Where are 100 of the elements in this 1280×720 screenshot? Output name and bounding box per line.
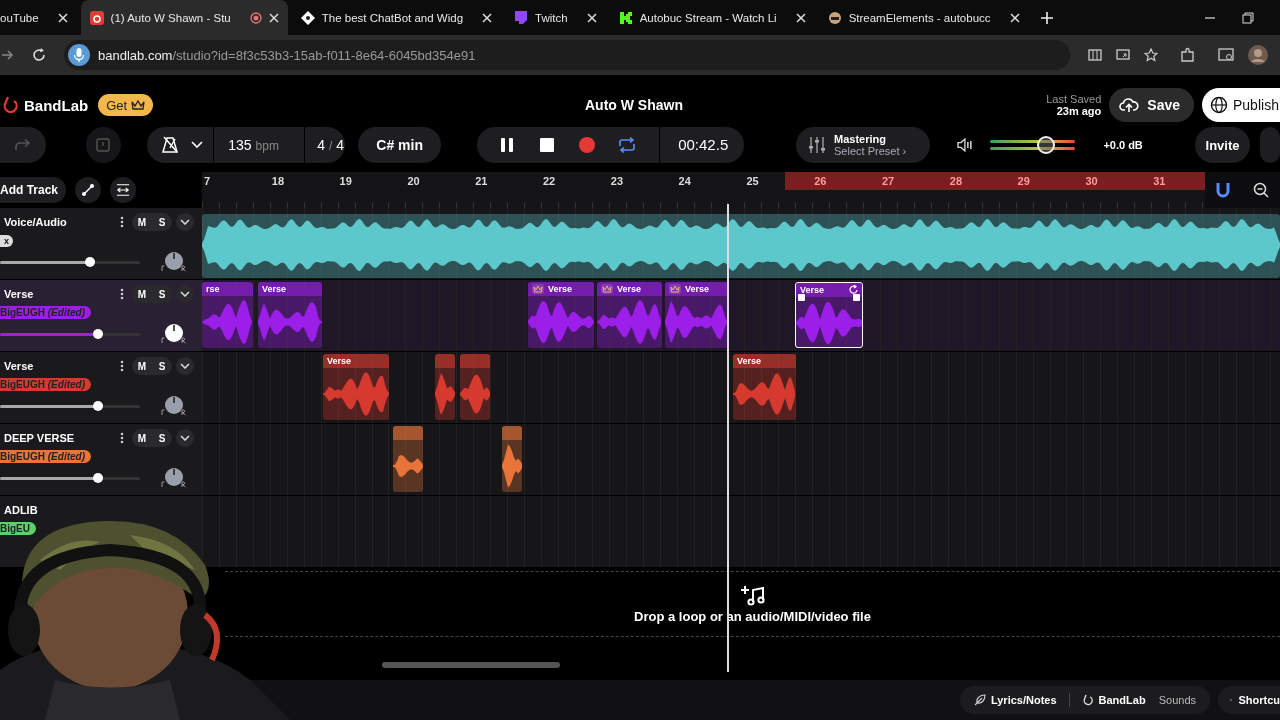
get-button[interactable]: Get — [98, 94, 154, 116]
audio-clip[interactable]: Verse — [795, 282, 863, 348]
clip-header[interactable]: Verse — [665, 282, 728, 296]
track-name[interactable]: DEEP VERSE — [4, 432, 120, 444]
add-track-button[interactable]: Add Track — [0, 177, 67, 203]
pan-knob[interactable] — [160, 394, 188, 418]
audio-clip[interactable] — [435, 354, 455, 420]
clip-header[interactable] — [502, 426, 522, 440]
input-monitor-button[interactable] — [85, 127, 122, 163]
bandlab-sounds-button[interactable]: BandLab Sounds — [1079, 694, 1198, 706]
loop-icon[interactable] — [849, 285, 859, 295]
pan-knob[interactable] — [160, 250, 188, 274]
speaker-icon[interactable] — [956, 138, 975, 152]
clip-header[interactable]: Verse — [796, 283, 862, 297]
sidebar-icon[interactable] — [1218, 47, 1234, 63]
instrument-badge[interactable]: BigEUGH (Edited) — [0, 450, 91, 463]
track-name[interactable]: Verse — [4, 360, 120, 372]
shortcuts-button[interactable]: Shortcu — [1218, 686, 1280, 714]
audio-clip[interactable]: Verse — [665, 282, 728, 348]
track-lane[interactable]: Verse Verse — [202, 352, 1280, 423]
close-icon[interactable] — [57, 12, 68, 23]
forward-icon[interactable] — [2, 49, 14, 61]
track-header[interactable]: Verse M S BigEUGH (Edited) — [0, 280, 202, 351]
clip-header[interactable] — [460, 354, 490, 368]
expand-button[interactable] — [176, 213, 194, 231]
profile-avatar[interactable] — [1248, 45, 1268, 65]
solo-button[interactable]: S — [152, 357, 172, 375]
chevron-down-icon[interactable] — [191, 141, 204, 149]
extensions-icon[interactable] — [1180, 47, 1196, 63]
mute-button[interactable]: M — [132, 429, 152, 447]
track-volume-slider[interactable] — [0, 476, 140, 480]
project-title[interactable]: Auto W Shawn — [585, 97, 683, 113]
audio-clip[interactable]: Verse — [597, 282, 662, 348]
track-volume-slider[interactable] — [0, 260, 140, 264]
cast-icon[interactable] — [1116, 48, 1130, 62]
browser-tab[interactable]: Twitch — [505, 0, 606, 35]
key-button[interactable]: C# min — [358, 127, 442, 163]
clip-header[interactable]: rse — [202, 282, 253, 296]
audio-clip[interactable] — [460, 354, 490, 420]
track-lane[interactable]: rse Verse Verse Verse Verse Verse — [202, 280, 1280, 351]
pan-knob[interactable] — [160, 466, 188, 490]
audio-clip[interactable]: rse — [202, 282, 253, 348]
audio-clip[interactable] — [502, 426, 522, 492]
publish-button[interactable]: Publish — [1202, 88, 1280, 122]
clip-header[interactable]: Verse — [258, 282, 322, 296]
track-header[interactable]: Voice/Audio M S x — [0, 208, 202, 279]
browser-tab[interactable]: Autobuc Stream - Watch Li — [609, 0, 815, 35]
address-field[interactable]: bandlab.com/studio?id=8f3c53b3-15ab-f011-8e64-6045bd354e91 — [64, 40, 1070, 70]
browser-tab[interactable]: The best ChatBot and Widg — [291, 0, 502, 35]
time-signature[interactable]: 4 / 4 — [317, 137, 344, 153]
solo-button[interactable]: S — [152, 285, 172, 303]
save-button[interactable]: Save — [1109, 88, 1194, 122]
audio-clip[interactable]: Verse — [258, 282, 322, 348]
horizontal-scrollbar[interactable] — [382, 662, 560, 668]
master-volume-slider[interactable] — [990, 136, 1076, 154]
expand-button[interactable] — [176, 357, 194, 375]
zoom-out-icon[interactable] — [1252, 182, 1269, 198]
more-icon[interactable] — [120, 288, 124, 300]
loop-region[interactable] — [785, 172, 1205, 190]
clip-header[interactable] — [393, 426, 423, 440]
restore-icon[interactable] — [1242, 11, 1254, 24]
more-icon[interactable] — [120, 216, 124, 228]
reader-icon[interactable] — [1088, 48, 1102, 62]
invite-button[interactable]: Invite — [1194, 127, 1251, 163]
clip-header[interactable]: Verse — [597, 282, 662, 296]
lyrics-notes-button[interactable]: Lyrics/Notes — [971, 694, 1059, 706]
metronome-icon[interactable] — [161, 136, 180, 154]
magnet-icon[interactable] — [1216, 182, 1231, 198]
track-name[interactable]: Verse — [4, 288, 120, 300]
mastering-button[interactable]: Mastering Select Preset › — [796, 127, 930, 163]
track-volume-slider[interactable] — [0, 404, 140, 408]
star-icon[interactable] — [1144, 48, 1158, 62]
browser-tab[interactable]: StreamElements - autobucc — [818, 0, 1029, 35]
close-icon[interactable] — [795, 12, 806, 23]
expand-button[interactable] — [176, 285, 194, 303]
close-icon[interactable] — [268, 12, 279, 23]
instrument-badge[interactable]: BigEU — [0, 522, 36, 535]
close-icon[interactable] — [1009, 12, 1020, 23]
clip-header[interactable] — [435, 354, 455, 368]
more-icon[interactable] — [120, 360, 124, 372]
solo-button[interactable]: S — [152, 429, 172, 447]
close-icon[interactable] — [586, 12, 597, 23]
effects-badge[interactable]: x — [0, 235, 13, 247]
audio-clip[interactable]: Verse — [323, 354, 389, 420]
tempo-value[interactable]: 135 bpm — [228, 137, 295, 153]
clip-header[interactable]: Verse — [323, 354, 389, 368]
track-name[interactable]: ADLIB — [4, 504, 194, 516]
fit-button[interactable] — [110, 177, 137, 203]
mute-button[interactable]: M — [132, 213, 152, 231]
track-header[interactable]: DEEP VERSE M S BigEUGH (Edited) — [0, 424, 202, 495]
browser-tab[interactable]: ouTube — [0, 0, 77, 35]
more-icon[interactable] — [120, 432, 124, 444]
mute-button[interactable]: M — [132, 285, 152, 303]
reload-icon[interactable] — [32, 48, 46, 62]
audio-clip[interactable] — [393, 426, 423, 492]
clip-header[interactable]: Verse — [528, 282, 594, 296]
browser-tab[interactable]: (1) Auto W Shawn - Stu — [80, 0, 288, 35]
trim-handle[interactable] — [853, 294, 860, 301]
audio-clip[interactable]: Verse — [528, 282, 594, 348]
audio-clip[interactable]: Verse — [733, 354, 796, 420]
